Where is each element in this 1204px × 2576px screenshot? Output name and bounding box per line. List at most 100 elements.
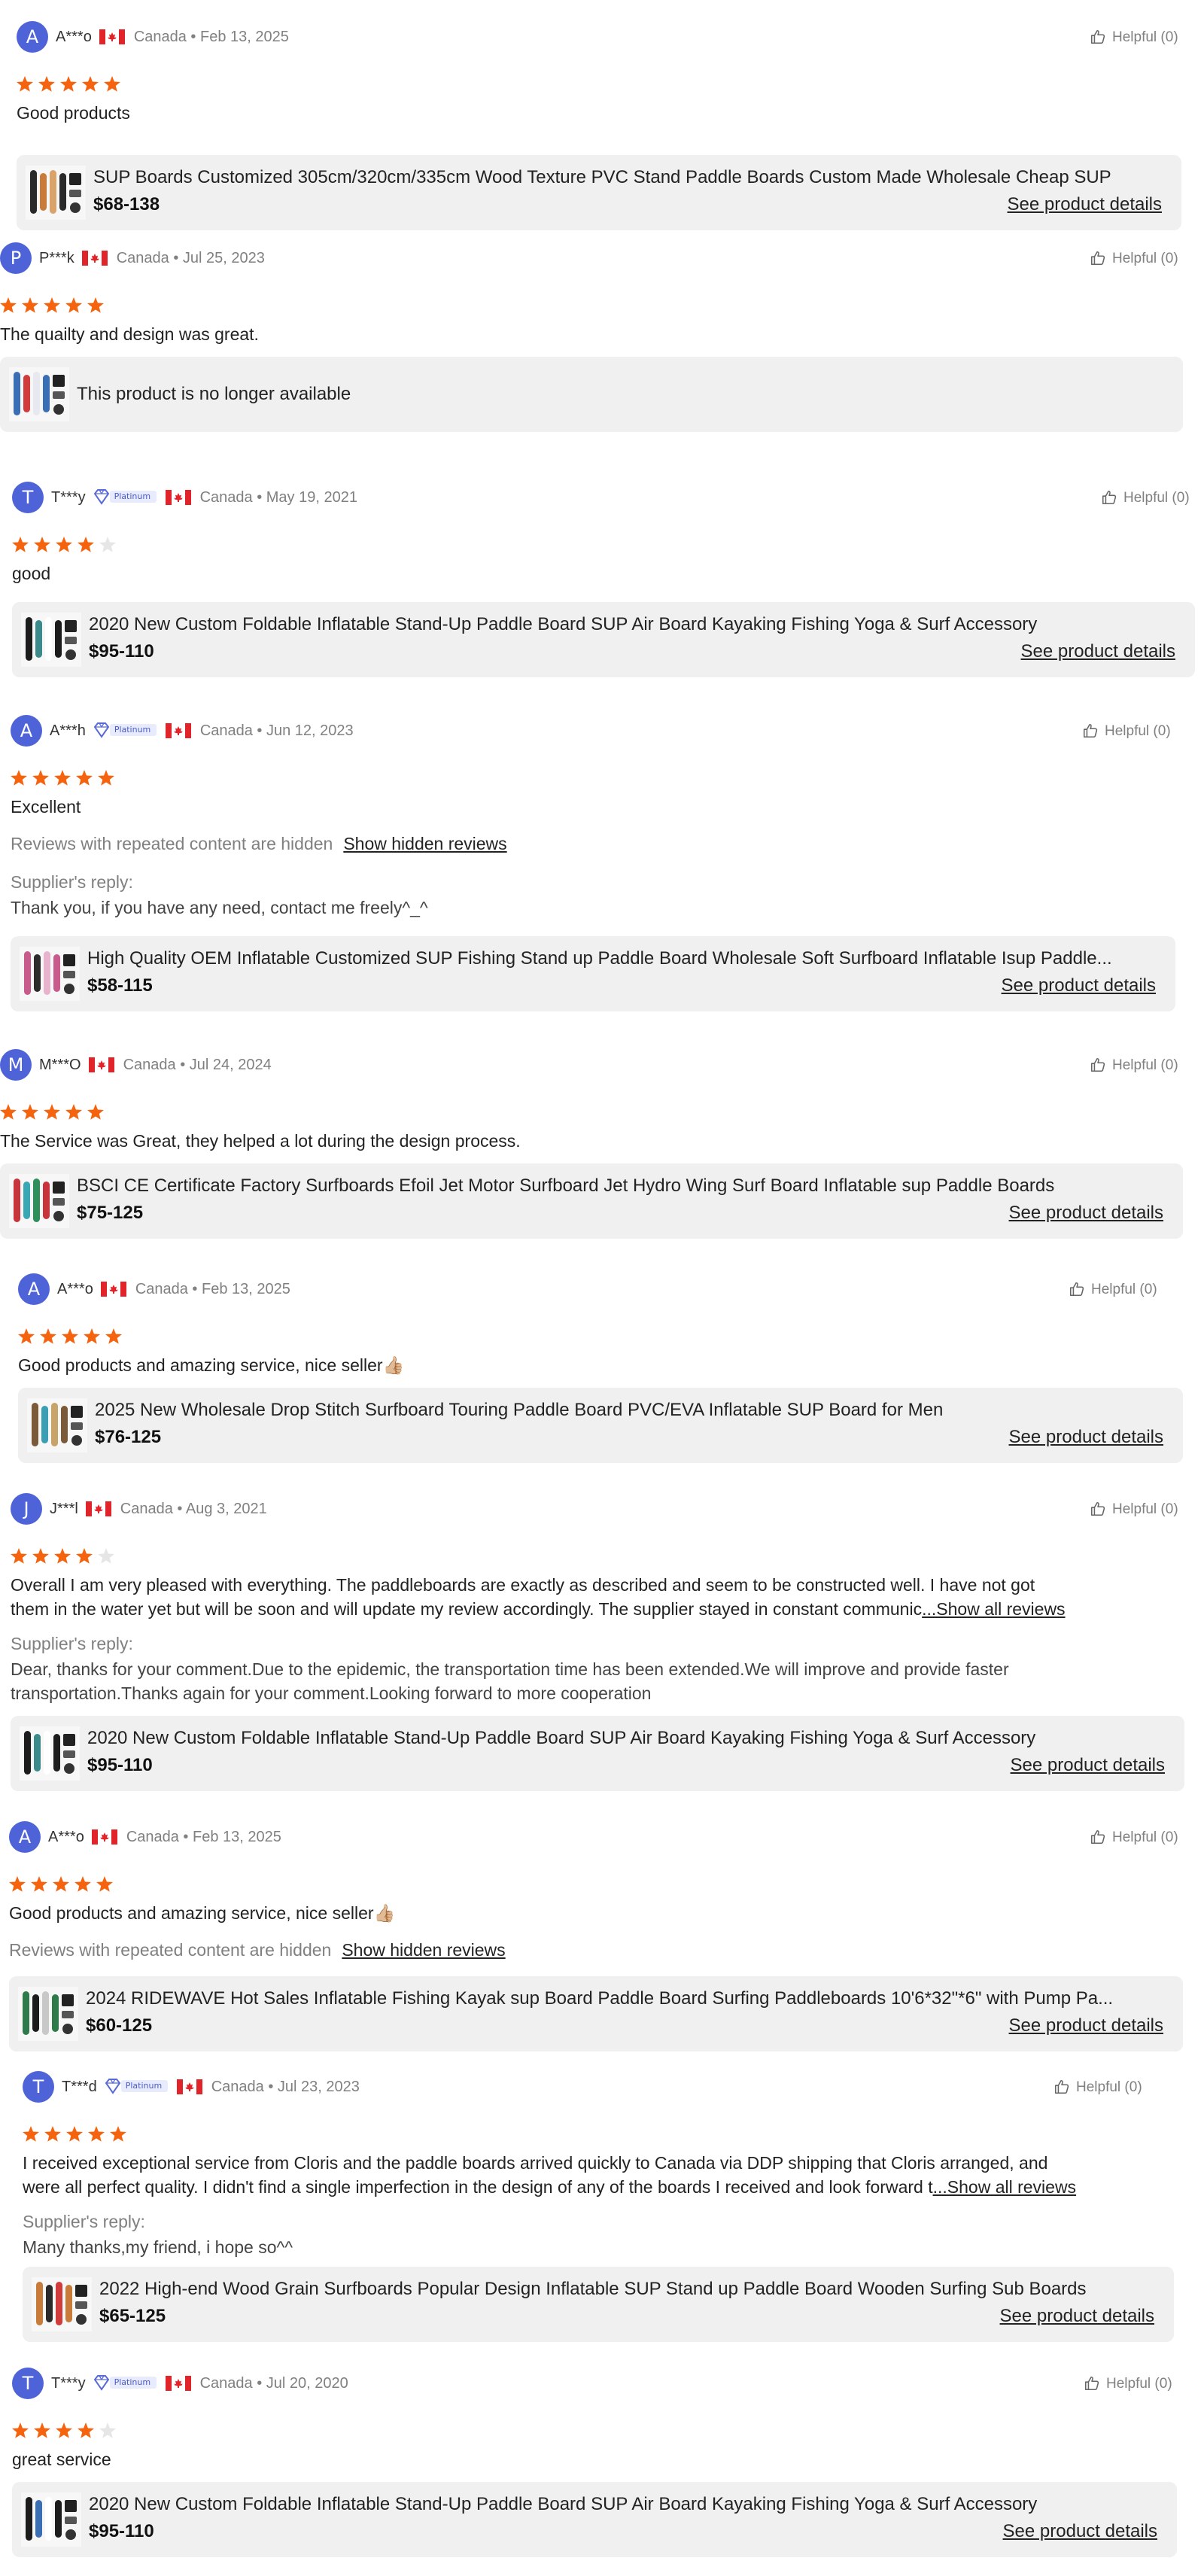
star-icon [60,76,77,92]
helpful-label: Helpful (0) [1112,1057,1178,1073]
review-item: A A***o Canada • Feb 13, 2025 Helpful (0) Go… [18,1273,1188,1466]
product-title[interactable]: High Quality OEM Inflatable Customized S… [87,947,1154,971]
meta-separator: • [263,2079,278,2095]
show-hidden-reviews-link[interactable]: Show hidden reviews [343,834,506,853]
product-thumbnail[interactable] [20,1726,80,1781]
helpful-label: Helpful (0) [1112,1501,1178,1517]
product-thumbnail[interactable] [9,367,69,421]
star-icon [34,2422,50,2438]
review-text: I received exceptional service from Clor… [23,2153,1048,2173]
review-item: A A***o Canada • Feb 13, 2025 Helpful (0) Go… [17,21,1184,233]
product-thumbnail[interactable] [26,166,86,220]
thumbs-up-icon [1090,1057,1106,1073]
helpful-label: Helpful (0) [1076,2079,1142,2095]
platinum-badge: Platinum [93,2374,158,2391]
reviewer-country: Canada [199,489,253,506]
see-product-details-link[interactable]: See product details [1021,640,1175,664]
meta-separator: • [169,250,183,266]
reviewer-country: Canada [123,1057,176,1073]
meta-separator: • [186,29,200,45]
reviewer-name: M***O [39,1057,81,1073]
review-header: T T***y Platinum Canada • Jul 20, 2020 Helpf… [12,2368,1186,2401]
product-title[interactable]: 2024 RIDEWAVE Hot Sales Inflatable Fishi… [86,1987,1162,2011]
product-title[interactable]: 2020 New Custom Foldable Inflatable Stan… [89,613,1174,637]
star-icon [98,1548,114,1564]
product-thumbnail[interactable] [20,947,80,1001]
review-date: Feb 13, 2025 [193,1829,281,1845]
show-all-reviews-link[interactable]: ...Show all reviews [933,2177,1076,2197]
star-icon [17,76,33,92]
reviewer-name: T***y [51,2375,86,2392]
avatar: A [11,715,42,747]
review-date: Jul 23, 2023 [277,2079,360,2095]
show-all-reviews-link[interactable]: ...Show all reviews [922,1599,1065,1619]
review-text: Overall I am very pleased with everythin… [11,1575,1035,1595]
product-thumbnail[interactable] [32,2277,92,2331]
star-icon [32,770,49,786]
product-card[interactable]: BSCI CE Certificate Factory Surfboards E… [0,1163,1183,1239]
platinum-badge-label: Platinum [114,725,151,734]
product-card[interactable]: High Quality OEM Inflatable Customized S… [11,936,1175,1011]
see-product-details-link[interactable]: See product details [1009,2014,1163,2038]
see-product-details-link[interactable]: See product details [1009,1201,1163,1225]
product-card[interactable]: SUP Boards Customized 305cm/320cm/335cm … [17,155,1181,230]
product-card[interactable]: 2020 New Custom Foldable Inflatable Stan… [12,602,1195,677]
reviewer-country: Canada [135,1281,188,1297]
product-card[interactable]: 2025 New Wholesale Drop Stitch Surfboard… [18,1388,1183,1463]
star-rating [11,1548,114,1564]
star-icon [87,1104,104,1120]
product-thumbnail[interactable] [18,1987,78,2041]
supplier-reply-text: Dear, thanks for your comment.Due to the… [11,1659,1009,1679]
product-title[interactable]: 2020 New Custom Foldable Inflatable Stan… [87,1726,1163,1750]
product-title[interactable]: 2020 New Custom Foldable Inflatable Stan… [89,2492,1156,2517]
hidden-reviews-text: Reviews with repeated content are hidden [9,1940,332,1960]
thumbs-up-icon [1090,29,1106,45]
see-product-details-link[interactable]: See product details [1000,2304,1154,2328]
product-card[interactable]: This product is no longer available [0,357,1183,432]
product-title[interactable]: BSCI CE Certificate Factory Surfboards E… [77,1174,1162,1198]
hidden-reviews-text: Reviews with repeated content are hidden [11,834,333,853]
star-rating [23,2126,126,2142]
product-thumbnail[interactable] [27,1398,87,1452]
product-price: $95-110 [87,1755,153,1775]
product-thumbnail[interactable] [21,2492,81,2547]
star-icon [65,297,82,313]
show-hidden-reviews-link[interactable]: Show hidden reviews [342,1940,505,1960]
avatar: T [12,482,44,513]
star-icon [65,1104,82,1120]
thumbs-up-icon [1054,2079,1070,2095]
product-card[interactable]: 2020 New Custom Foldable Inflatable Stan… [12,2482,1177,2557]
see-product-details-link[interactable]: See product details [1002,974,1156,998]
see-product-details-link[interactable]: See product details [1008,193,1162,217]
avatar: A [18,1273,50,1305]
reviewer-country: Canada [116,250,169,266]
star-rating [12,2422,116,2438]
star-rating [17,76,120,92]
product-thumbnail[interactable] [9,1174,69,1228]
hidden-reviews-note: Reviews with repeated content are hidden… [11,832,507,855]
star-icon [44,2126,61,2142]
review-date: Jun 12, 2023 [266,722,354,739]
reviewer-name: P***k [39,250,74,266]
reviewer-country: Canada [199,2375,253,2392]
meta-separator: • [252,2375,266,2392]
product-card[interactable]: 2022 High-end Wood Grain Surfboards Popu… [23,2267,1174,2342]
see-product-details-link[interactable]: See product details [1011,1753,1165,1778]
star-icon [76,1548,93,1564]
see-product-details-link[interactable]: See product details [1009,1425,1163,1449]
platinum-badge: Platinum [93,722,158,738]
review-header: A A***o Canada • Feb 13, 2025 Helpful (0) [9,1821,1185,1854]
review-text: good [12,564,51,583]
helpful-label: Helpful (0) [1105,723,1171,739]
product-price: $95-110 [89,641,154,661]
product-card[interactable]: 2020 New Custom Foldable Inflatable Stan… [11,1716,1184,1791]
product-title[interactable]: SUP Boards Customized 305cm/320cm/335cm … [93,166,1160,190]
product-title[interactable]: 2022 High-end Wood Grain Surfboards Popu… [99,2277,1153,2301]
product-card[interactable]: 2024 RIDEWAVE Hot Sales Inflatable Fishi… [9,1976,1183,2051]
product-title[interactable]: 2025 New Wholesale Drop Stitch Surfboard… [95,1398,1162,1422]
see-product-details-link[interactable]: See product details [1003,2520,1157,2544]
platinum-badge-label: Platinum [114,491,151,501]
product-thumbnail[interactable] [21,613,81,667]
review-item: T T***d Platinum Canada • Jul 23, 2023 Helpf… [23,2071,1187,2345]
reviewer-country: Canada [199,722,253,739]
